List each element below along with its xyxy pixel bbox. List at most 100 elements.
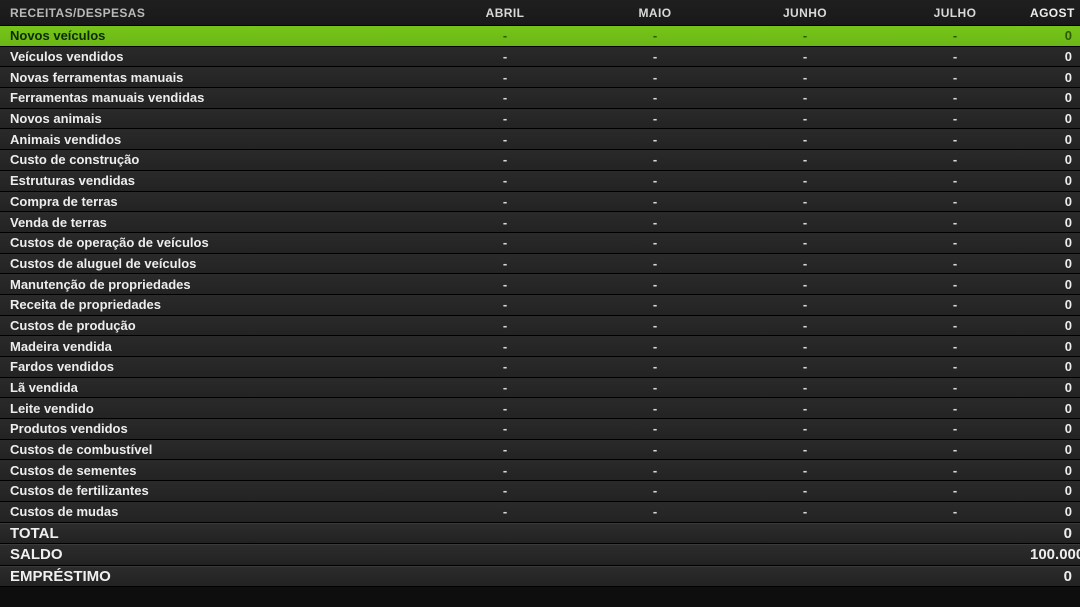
table-row[interactable]: Custos de sementes----0	[0, 460, 1080, 481]
table-body: Novos veículos----0Veículos vendidos----…	[0, 26, 1080, 523]
row-value: -	[880, 463, 1030, 478]
summary-row: TOTAL0	[0, 523, 1080, 545]
table-row[interactable]: Animais vendidos----0	[0, 129, 1080, 150]
row-label: Receita de propriedades	[0, 297, 430, 312]
row-value: -	[880, 339, 1030, 354]
row-value: -	[580, 483, 730, 498]
table-row[interactable]: Custos de combustível----0	[0, 440, 1080, 461]
row-label: Lã vendida	[0, 380, 430, 395]
summary-value: 0	[1030, 568, 1080, 585]
row-value: -	[430, 339, 580, 354]
row-value: -	[730, 401, 880, 416]
table-row[interactable]: Fardos vendidos----0	[0, 357, 1080, 378]
row-value: -	[430, 152, 580, 167]
row-value: -	[580, 297, 730, 312]
header-month-5: AGOST	[1030, 6, 1080, 20]
header-month-1: ABRIL	[430, 6, 580, 20]
row-value: -	[730, 483, 880, 498]
table-row[interactable]: Novos veículos----0	[0, 26, 1080, 47]
row-value: 0	[1030, 504, 1080, 519]
row-value: -	[580, 111, 730, 126]
row-value: -	[580, 49, 730, 64]
row-value: -	[580, 132, 730, 147]
row-value: -	[580, 194, 730, 209]
table-row[interactable]: Custo de construção----0	[0, 150, 1080, 171]
row-value: 0	[1030, 277, 1080, 292]
row-value: -	[580, 215, 730, 230]
row-value: -	[430, 28, 580, 43]
table-row[interactable]: Receita de propriedades----0	[0, 295, 1080, 316]
row-value: -	[730, 173, 880, 188]
table-header-row: RECEITAS/DESPESAS ABRIL MAIO JUNHO JULHO…	[0, 0, 1080, 26]
row-value: 0	[1030, 463, 1080, 478]
row-value: 0	[1030, 49, 1080, 64]
row-value: 0	[1030, 483, 1080, 498]
row-label: Manutenção de propriedades	[0, 277, 430, 292]
table-row[interactable]: Custos de aluguel de veículos----0	[0, 254, 1080, 275]
table-row[interactable]: Custos de operação de veículos----0	[0, 233, 1080, 254]
table-row[interactable]: Veículos vendidos----0	[0, 47, 1080, 68]
row-label: Custos de combustível	[0, 442, 430, 457]
row-value: -	[430, 421, 580, 436]
row-value: -	[730, 318, 880, 333]
row-value: -	[730, 111, 880, 126]
row-value: -	[580, 277, 730, 292]
row-value: -	[730, 421, 880, 436]
table-row[interactable]: Ferramentas manuais vendidas----0	[0, 88, 1080, 109]
row-label: Estruturas vendidas	[0, 173, 430, 188]
table-row[interactable]: Compra de terras----0	[0, 192, 1080, 213]
row-value: -	[430, 132, 580, 147]
row-value: -	[430, 256, 580, 271]
row-value: 0	[1030, 380, 1080, 395]
row-value: -	[880, 132, 1030, 147]
summary-value: 0	[1030, 525, 1080, 542]
row-value: -	[730, 442, 880, 457]
row-value: 0	[1030, 339, 1080, 354]
row-value: 0	[1030, 401, 1080, 416]
row-label: Custos de operação de veículos	[0, 235, 430, 250]
row-value: -	[580, 401, 730, 416]
table-row[interactable]: Manutenção de propriedades----0	[0, 274, 1080, 295]
table-row[interactable]: Custos de fertilizantes----0	[0, 481, 1080, 502]
row-value: 0	[1030, 70, 1080, 85]
row-value: -	[880, 442, 1030, 457]
row-label: Custos de fertilizantes	[0, 483, 430, 498]
table-row[interactable]: Novas ferramentas manuais----0	[0, 67, 1080, 88]
table-row[interactable]: Custos de mudas----0	[0, 502, 1080, 523]
row-value: -	[430, 235, 580, 250]
row-value: 0	[1030, 132, 1080, 147]
row-value: -	[880, 152, 1030, 167]
row-value: -	[430, 49, 580, 64]
row-value: -	[430, 359, 580, 374]
table-row[interactable]: Madeira vendida----0	[0, 336, 1080, 357]
row-value: 0	[1030, 442, 1080, 457]
row-label: Novos animais	[0, 111, 430, 126]
row-value: -	[730, 194, 880, 209]
row-value: -	[880, 194, 1030, 209]
row-label: Compra de terras	[0, 194, 430, 209]
row-value: -	[730, 28, 880, 43]
row-value: -	[580, 256, 730, 271]
summary-section: TOTAL0SALDO100.000 EMPRÉSTIMO 0	[0, 523, 1080, 588]
table-row[interactable]: Venda de terras----0	[0, 212, 1080, 233]
table-row[interactable]: Novos animais----0	[0, 109, 1080, 130]
table-row[interactable]: Produtos vendidos----0	[0, 419, 1080, 440]
row-value: -	[430, 401, 580, 416]
table-row[interactable]: Lã vendida----0	[0, 378, 1080, 399]
summary-label: EMPRÉSTIMO	[0, 568, 430, 585]
row-value: -	[430, 173, 580, 188]
row-value: -	[730, 132, 880, 147]
table-row[interactable]: Leite vendido----0	[0, 398, 1080, 419]
table-row[interactable]: Estruturas vendidas----0	[0, 171, 1080, 192]
row-value: 0	[1030, 90, 1080, 105]
table-row[interactable]: Custos de produção----0	[0, 316, 1080, 337]
row-value: -	[730, 463, 880, 478]
row-value: -	[580, 235, 730, 250]
row-value: -	[430, 111, 580, 126]
row-value: 0	[1030, 152, 1080, 167]
row-label: Custos de produção	[0, 318, 430, 333]
row-label: Venda de terras	[0, 215, 430, 230]
row-value: -	[580, 318, 730, 333]
row-value: -	[580, 152, 730, 167]
summary-row: SALDO100.000	[0, 544, 1080, 566]
